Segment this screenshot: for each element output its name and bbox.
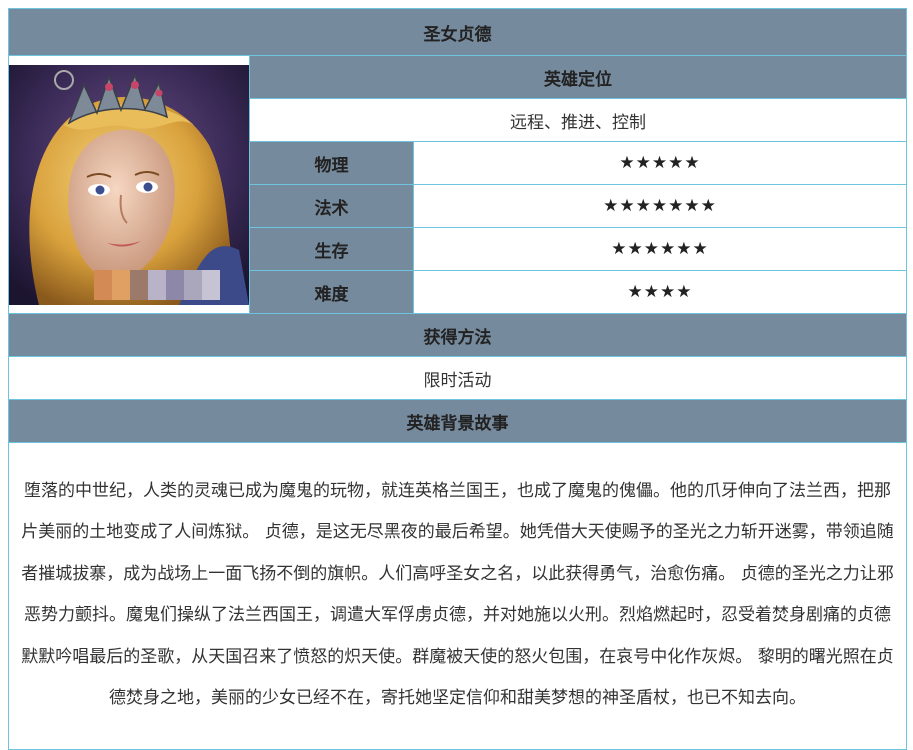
story-text: 堕落的中世纪，人类的灵魂已成为魔鬼的玩物，就连英格兰国王，也成了魔鬼的傀儡。他的… [8,442,907,750]
hero-portrait [9,64,249,305]
stat-label-survival: 生存 [249,227,414,271]
acquire-value: 限时活动 [8,356,907,400]
stat-stars-survival: ★★★★★★ [413,227,907,271]
acquire-header: 获得方法 [8,313,907,357]
hero-info-table: 圣女贞德 英雄定位 远程、推进、控制 物理 ★★★★★ 法术 ★★★★★★★ 生… [8,8,907,750]
role-header: 英雄定位 [249,55,907,99]
stat-label-magic: 法术 [249,184,414,228]
hero-title: 圣女贞德 [8,8,907,56]
hero-card: 圣女贞德 英雄定位 远程、推进、控制 物理 ★★★★★ 法术 ★★★★★★★ 生… [0,0,913,750]
story-header: 英雄背景故事 [8,399,907,443]
stat-label-difficulty: 难度 [249,270,414,314]
role-value: 远程、推进、控制 [249,98,907,142]
stat-stars-difficulty: ★★★★ [413,270,907,314]
stat-stars-magic: ★★★★★★★ [413,184,907,228]
stat-stars-physical: ★★★★★ [413,141,907,185]
stat-label-physical: 物理 [249,141,414,185]
hero-portrait-cell [8,55,250,314]
